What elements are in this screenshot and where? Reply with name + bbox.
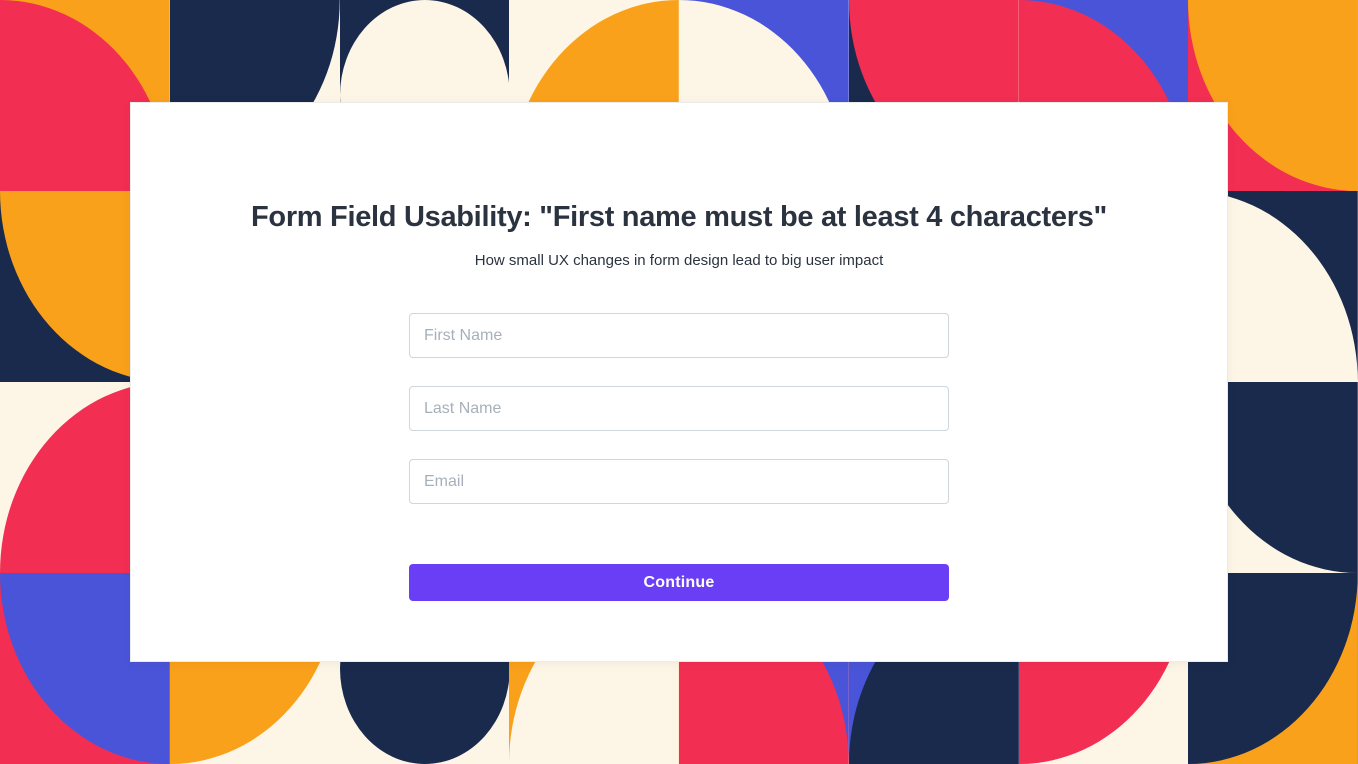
form-card: Form Field Usability: "First name must b… bbox=[130, 102, 1228, 662]
last-name-field[interactable] bbox=[409, 386, 949, 431]
first-name-field[interactable] bbox=[409, 313, 949, 358]
page-subtitle: How small UX changes in form design lead… bbox=[475, 252, 884, 269]
signup-form bbox=[409, 313, 949, 504]
email-field[interactable] bbox=[409, 459, 949, 504]
page-title: Form Field Usability: "First name must b… bbox=[251, 201, 1107, 234]
continue-button[interactable]: Continue bbox=[409, 564, 949, 601]
